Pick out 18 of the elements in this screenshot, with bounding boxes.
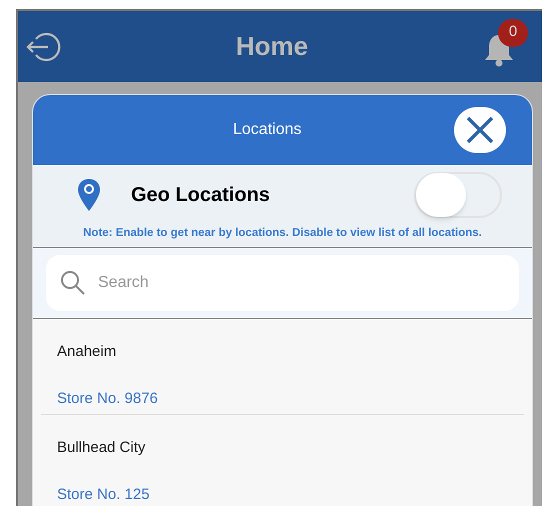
location-item[interactable]: Anaheim Store No. 9876 xyxy=(41,319,524,416)
dialog-title: Locations xyxy=(233,120,302,140)
location-item[interactable]: Bullhead City Store No. 125 xyxy=(41,415,524,506)
page-title: Home xyxy=(236,30,308,63)
city-name: Anaheim xyxy=(57,342,118,362)
close-icon xyxy=(465,115,495,145)
city-name: Bullhead City xyxy=(57,438,146,458)
geo-locations-label: Geo Locations xyxy=(131,183,271,208)
close-button[interactable] xyxy=(454,107,506,153)
search-field[interactable]: Search xyxy=(46,255,519,312)
geo-toggle[interactable] xyxy=(414,172,502,218)
location-pin-icon xyxy=(77,178,101,212)
store-number: Store No. 9876 xyxy=(57,388,159,409)
search-icon xyxy=(60,270,86,296)
store-number: Store No. 125 xyxy=(57,484,151,505)
logout-icon[interactable] xyxy=(26,30,62,62)
notification-badge: 0 xyxy=(498,18,528,46)
geo-note: Note: Enable to get near by locations. Disable to view list of all locations. xyxy=(82,226,483,241)
